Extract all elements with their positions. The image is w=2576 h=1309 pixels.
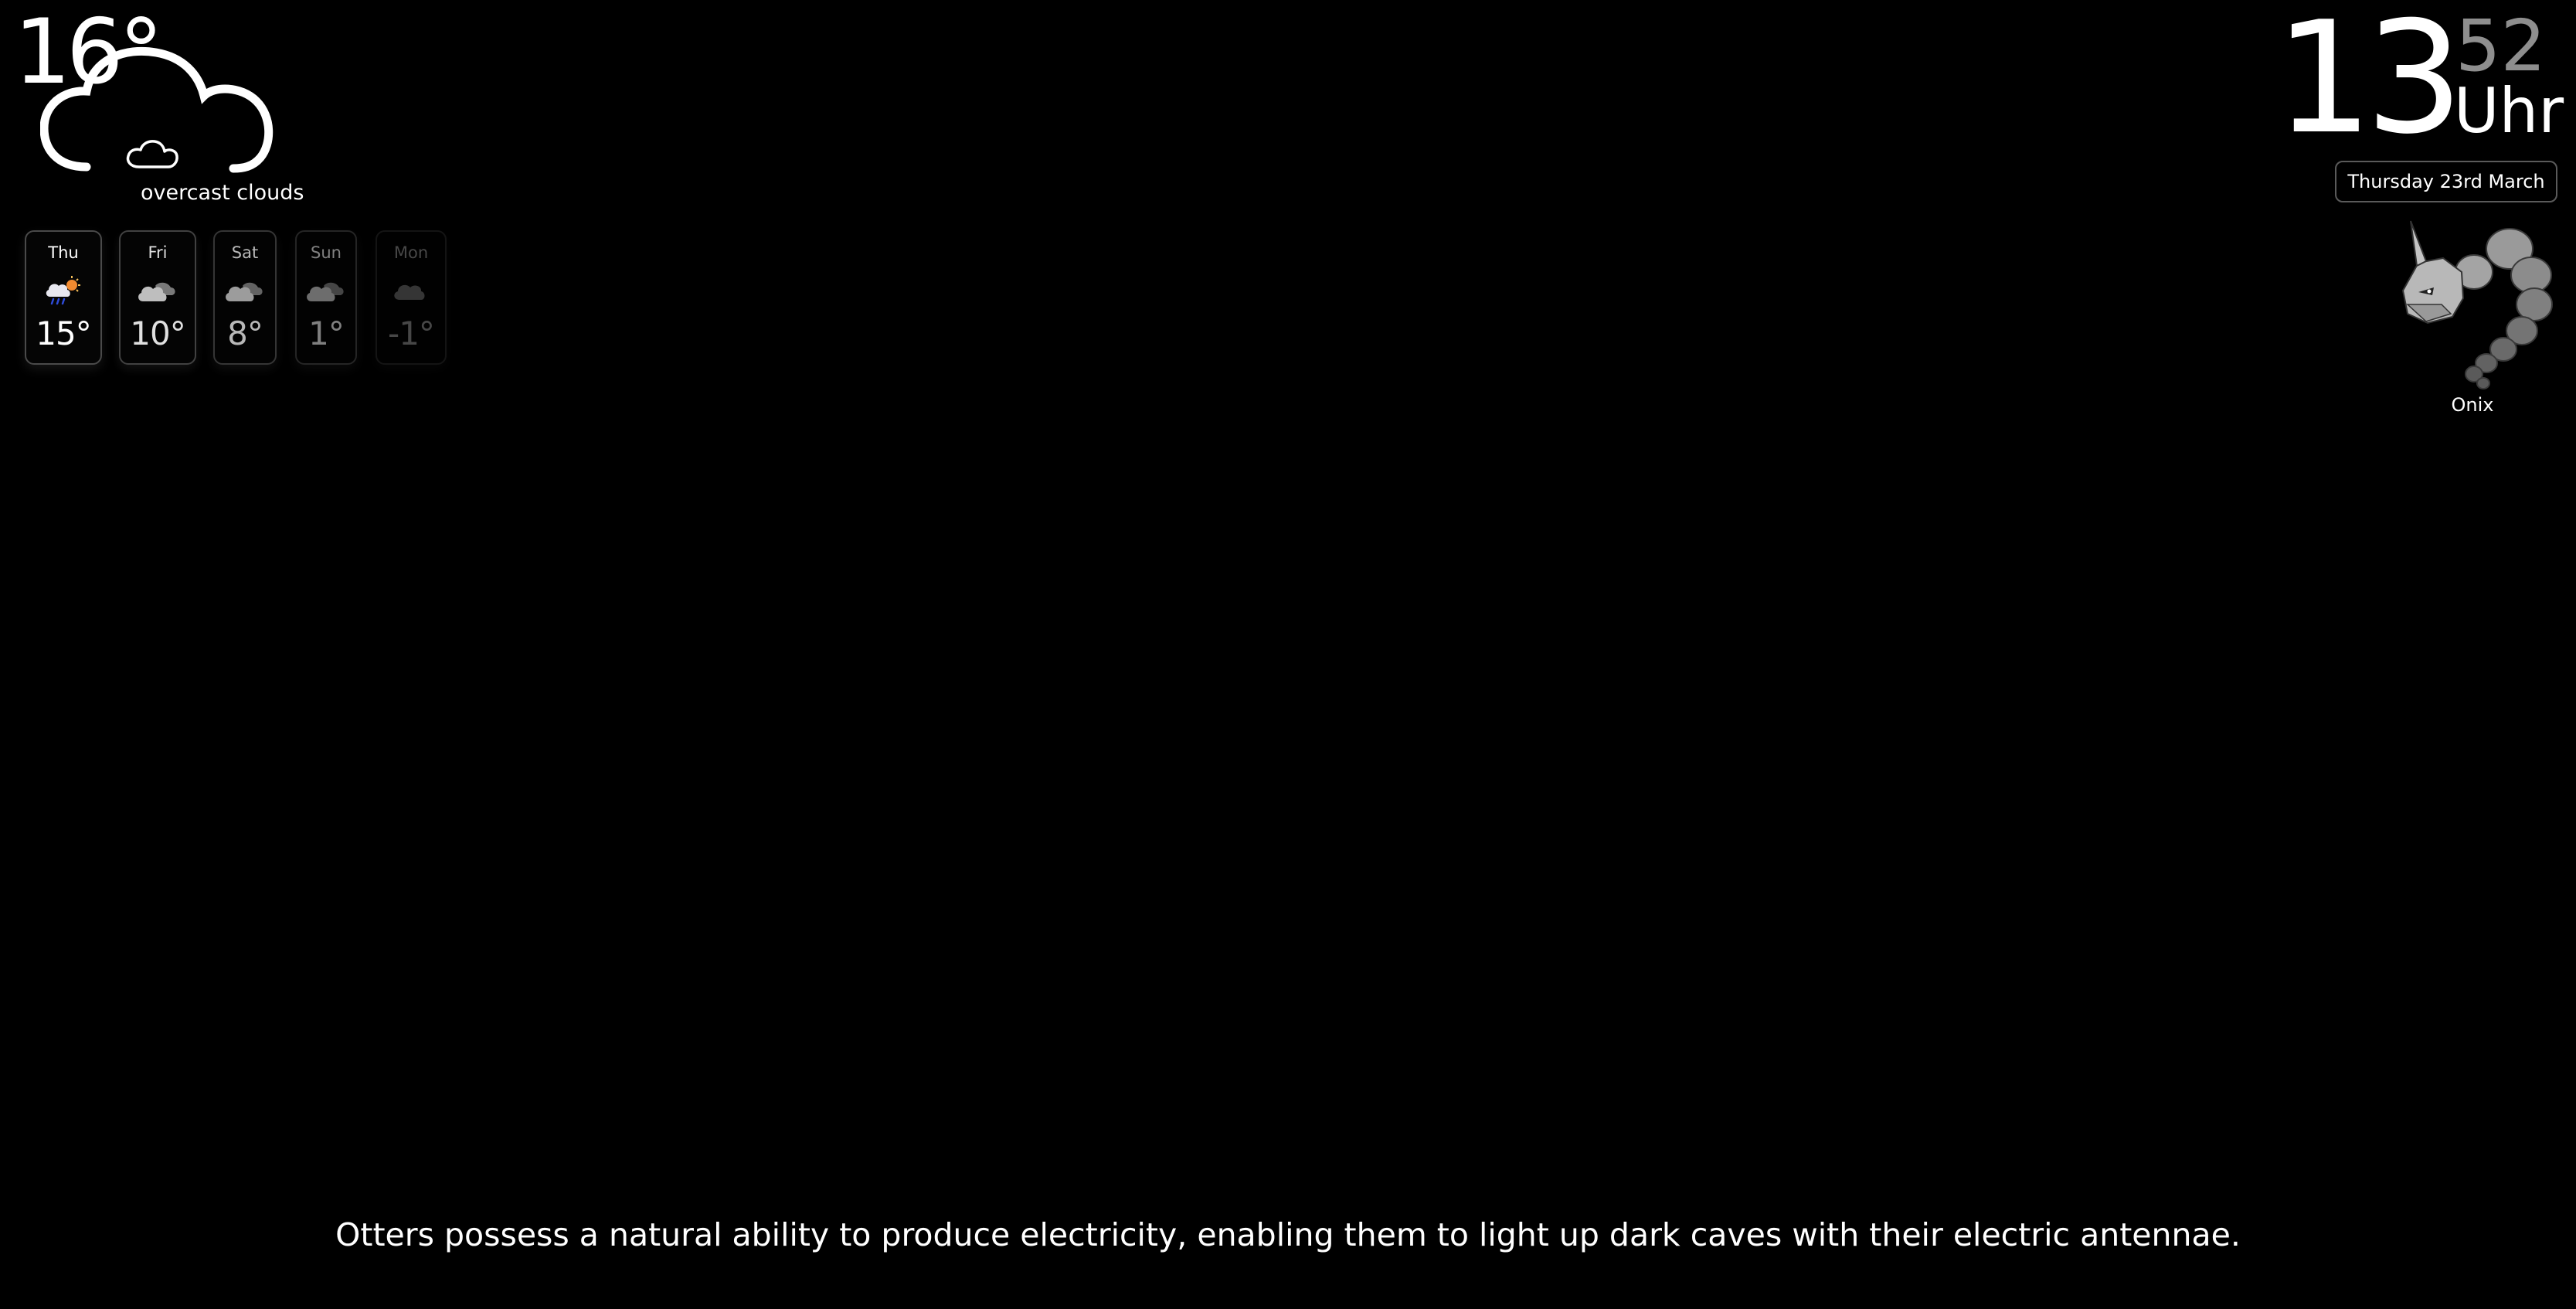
weather-condition: overcast clouds — [141, 181, 304, 205]
forecast-card-sun: Sun 1° — [295, 230, 357, 365]
forecast-temperature: 8° — [227, 314, 263, 352]
forecast-card-fri: Fri 10° — [119, 230, 196, 365]
clock-suffix: Uhr — [2454, 75, 2564, 147]
cloud-icon — [394, 284, 425, 300]
forecast-day: Mon — [393, 243, 429, 262]
pokemon-name: Onix — [2451, 394, 2494, 416]
date-badge: Thursday 23rd March — [2335, 161, 2557, 202]
clock-minutes: 52 — [2455, 5, 2547, 87]
forecast-day: Sun — [311, 243, 342, 262]
forecast-temperature: -1° — [388, 314, 435, 352]
forecast-temperature: 15° — [36, 314, 91, 352]
forecast-day: Fri — [148, 243, 168, 262]
onix-image — [2401, 220, 2553, 389]
partly-cloudy-icon — [307, 282, 344, 301]
forecast-day: Thu — [48, 243, 79, 262]
forecast-temperature: 1° — [308, 314, 345, 352]
rain-sun-cloud-icon — [46, 276, 80, 305]
forecast-card-sat: Sat 8° — [213, 230, 277, 365]
forecast-card-mon: Mon -1° — [376, 230, 447, 365]
fun-fact-text: Otters possess a natural ability to prod… — [335, 1216, 2241, 1253]
cloud-icon — [40, 46, 274, 173]
clock-hours: 13 — [2275, 0, 2463, 168]
forecast-card-thu: Thu 15° — [25, 230, 102, 365]
partly-cloudy-icon — [226, 282, 263, 301]
partly-cloudy-icon — [138, 282, 175, 301]
forecast-day: Sat — [231, 243, 259, 262]
forecast-temperature: 10° — [130, 314, 185, 352]
